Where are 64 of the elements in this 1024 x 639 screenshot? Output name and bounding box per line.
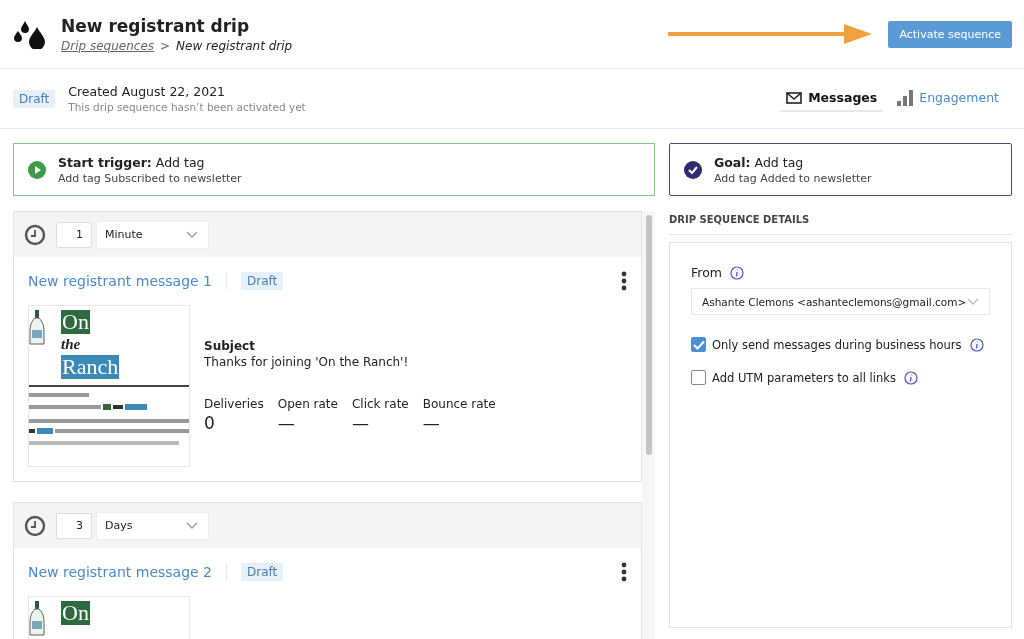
bottle-icon — [29, 601, 45, 637]
trigger-title: Start trigger: Add tag — [58, 154, 206, 170]
newsletter-logo-word: On — [61, 601, 90, 626]
info-icon[interactable] — [730, 265, 744, 280]
chevron-down-icon — [186, 522, 198, 529]
bar-chart-icon — [897, 89, 914, 106]
breadcrumb-link[interactable]: Drip sequences — [61, 38, 155, 53]
chevron-down-icon — [967, 298, 979, 305]
message-title-link[interactable]: New registrant message 1 — [28, 273, 228, 289]
unit-dropdown[interactable]: Minute — [96, 220, 209, 249]
more-options-icon[interactable] — [621, 562, 627, 582]
mail-icon — [786, 91, 803, 104]
start-trigger-card[interactable]: Start trigger: Add tag Add tag Subscribed to newsletter — [13, 143, 655, 196]
clock-icon — [24, 514, 46, 537]
check-circle-icon — [684, 160, 702, 179]
clock-icon — [24, 223, 46, 246]
bottle-icon — [29, 310, 45, 346]
unit-dropdown[interactable]: Days — [96, 511, 209, 540]
drops-logo-icon — [13, 19, 47, 49]
stat-value: — — [422, 413, 441, 433]
email-preview[interactable]: On — [28, 596, 190, 639]
stat-label: Bounce rate — [422, 397, 496, 411]
more-options-icon[interactable] — [621, 271, 627, 291]
subject-label: Subject — [204, 339, 256, 353]
newsletter-logo-word: On — [61, 310, 90, 335]
created-date: Created August 22, 2021 — [68, 84, 227, 99]
stat-label: Open rate — [277, 397, 338, 411]
goal-detail: Add tag Added to newsletter — [714, 171, 872, 185]
breadcrumb-separator: > — [160, 38, 171, 53]
subject-text: Thanks for joining 'On the Ranch'! — [204, 355, 410, 369]
newsletter-logo-word: the — [61, 335, 81, 355]
play-icon — [28, 160, 46, 179]
email-preview[interactable]: On the Ranch — [28, 305, 190, 467]
goal-title: Goal: Add tag — [714, 154, 805, 170]
from-label: From — [691, 265, 722, 280]
stat-value: 0 — [204, 413, 216, 433]
view-tab[interactable]: Engagement — [891, 85, 1005, 112]
trigger-detail: Add tag Subscribed to newsletter — [58, 171, 242, 185]
status-badge: Draft — [13, 89, 56, 108]
stat-label: Click rate — [351, 397, 409, 411]
stat-label: Deliveries — [204, 397, 264, 411]
goal-card[interactable]: Goal: Add tag Add tag Added to newsletter — [669, 143, 1012, 196]
info-icon[interactable] — [969, 337, 984, 352]
page-title: New registrant drip — [61, 15, 251, 36]
view-tab[interactable]: Messages — [780, 85, 884, 112]
message-status-badge: Draft — [241, 272, 284, 290]
section-heading: DRIP SEQUENCE DETAILS — [669, 214, 1012, 235]
checkbox[interactable] — [691, 370, 706, 385]
scrollbar-thumb[interactable] — [645, 215, 652, 455]
checkbox[interactable] — [691, 337, 706, 352]
message-title-link[interactable]: New registrant message 2 — [28, 564, 228, 580]
breadcrumb-current: New registrant drip — [176, 38, 293, 53]
delay-field[interactable]: 1 — [56, 221, 92, 248]
option-label: Add UTM parameters to all links — [712, 370, 896, 385]
stat-value: — — [351, 413, 370, 433]
newsletter-logo-word: Ranch — [61, 354, 120, 379]
chevron-down-icon — [186, 231, 198, 238]
option-label: Only send messages during business hours — [712, 337, 962, 352]
stat-value: — — [277, 413, 296, 433]
message-status-badge: Draft — [241, 563, 284, 581]
info-icon[interactable] — [903, 370, 918, 385]
delay-field[interactable]: 3 — [56, 512, 92, 539]
activation-note: This drip sequence hasn’t been activated yet — [68, 101, 306, 113]
from-dropdown[interactable]: Ashante Clemons <ashanteclemons@gmail.com> — [691, 288, 990, 315]
